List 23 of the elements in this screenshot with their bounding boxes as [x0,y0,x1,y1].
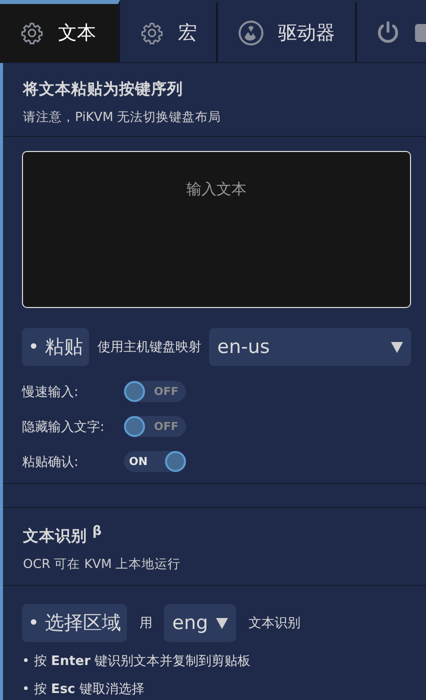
toggle-switch[interactable]: ON [124,451,186,472]
text-input-field[interactable]: 输入文本 [22,151,411,308]
paste-button[interactable]: • 粘贴 [22,328,90,366]
language-dropdown[interactable]: eng [164,604,236,642]
keymap-label: 使用主机键盘映射 [97,339,202,356]
hint-text: • 按 Enter 键识别文本并复制到剪贴板 [22,653,252,670]
tab[interactable]: 文本 [0,0,120,62]
toggle-label: 粘贴确认: [22,454,80,470]
hint-text: • 按 Esc 键取消选择 [22,681,146,698]
ocr-label: 文本识别 [248,615,300,632]
disc-icon [238,20,264,46]
section-title: 将文本粘贴为按键序列 [23,79,184,100]
with-label: 用 [139,615,152,632]
section-note: OCR 可在 KVM 上本地运行 [23,556,182,574]
section-note: 请注意，PiKVM 无法切换键盘布局 [23,109,222,126]
power-icon [375,20,401,46]
gear-icon [20,21,44,45]
select-area-button[interactable]: • 选择区域 [22,604,128,642]
gear-icon [140,21,164,45]
toggle-label: 慢速输入: [22,384,80,400]
section-title: 文本识别 $^{β}$ [23,524,103,548]
toggle-label: 隐藏输入文字: [22,418,106,436]
keymap-dropdown[interactable]: en-us [209,328,411,366]
